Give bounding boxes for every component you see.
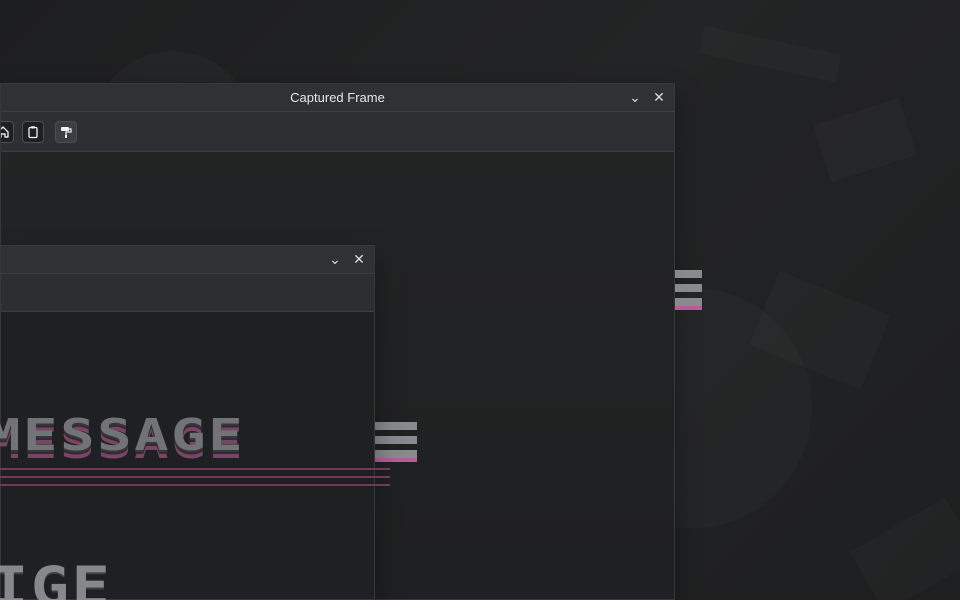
window-toolbar (1, 112, 674, 152)
message-banner-text: MESSAGE (0, 410, 246, 461)
close-icon[interactable]: ✕ (350, 250, 368, 268)
paint-roller-icon (61, 127, 72, 138)
background-shape (699, 26, 842, 82)
home-icon (1, 126, 9, 138)
background-shape (850, 497, 960, 600)
close-glyph: ✕ (653, 89, 665, 105)
clipboard-button[interactable] (22, 121, 44, 143)
inner-window-toolbar (1, 274, 374, 312)
inner-close-glyph: ✕ (353, 251, 365, 267)
banner-underline (0, 468, 390, 470)
banner-tail-fragment (375, 422, 417, 466)
banner-underline (0, 484, 390, 486)
window-title: Captured Frame (290, 90, 385, 105)
clipboard-icon (28, 126, 38, 139)
paint-roller-button[interactable] (55, 121, 77, 143)
home-button[interactable] (1, 121, 14, 143)
window-titlebar[interactable]: Captured Frame ⌄ ✕ (1, 84, 674, 112)
inner-window-titlebar[interactable]: ⌄ ✕ (1, 246, 374, 274)
close-icon[interactable]: ✕ (650, 88, 668, 106)
chevron-down-icon[interactable]: ⌄ (626, 88, 644, 106)
side-banner-fragment (675, 270, 702, 315)
window-controls: ⌄ ✕ (626, 88, 668, 106)
background-shape (749, 270, 890, 389)
banner-underline (0, 476, 390, 478)
inner-window-controls: ⌄ ✕ (326, 250, 368, 268)
background-shape (813, 98, 917, 183)
lower-banner-fragment: IGE (0, 555, 113, 600)
chevron-down-icon[interactable]: ⌄ (326, 250, 344, 268)
inner-minimize-glyph: ⌄ (329, 251, 341, 267)
minimize-glyph: ⌄ (629, 89, 641, 105)
desktop: Captured Frame ⌄ ✕ ⌄ ✕ MESSAGE IGE (0, 0, 960, 600)
